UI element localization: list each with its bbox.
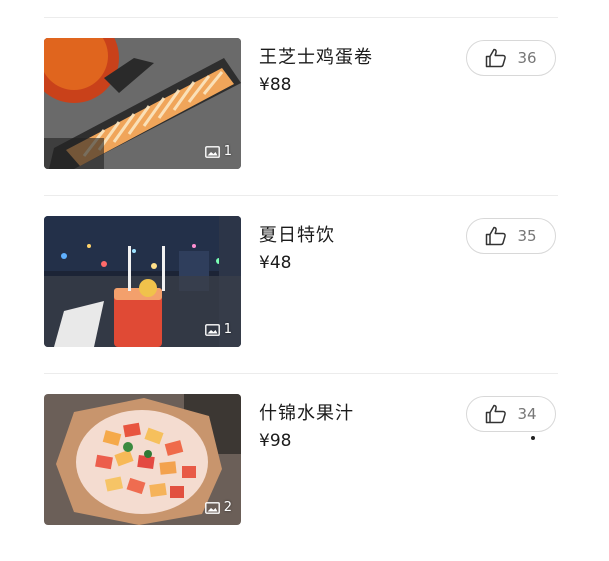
image-count: 1 — [223, 322, 232, 337]
cursor-dot — [531, 436, 535, 440]
thumbs-up-icon — [486, 226, 507, 246]
dish-price: ¥88 — [259, 75, 292, 95]
like-button[interactable]: 34 — [466, 396, 556, 432]
top-divider — [44, 17, 558, 18]
like-count: 35 — [517, 227, 537, 245]
dish-price: ¥98 — [259, 431, 292, 451]
dish-photo[interactable]: 1 — [44, 216, 241, 347]
image-count-badge: 1 — [204, 322, 232, 337]
list-item[interactable]: 1 王芝士鸡蛋卷 ¥88 36 — [0, 38, 609, 174]
dish-photo[interactable]: 2 — [44, 394, 241, 525]
dish-price: ¥48 — [259, 253, 292, 273]
thumbs-up-icon — [486, 404, 507, 424]
dish-photo[interactable]: 1 — [44, 38, 241, 169]
dish-name: 王芝士鸡蛋卷 — [259, 47, 373, 68]
image-count: 1 — [223, 144, 232, 159]
list-item[interactable]: 2 什锦水果汁 ¥98 34 — [0, 394, 609, 530]
like-button[interactable]: 36 — [466, 40, 556, 76]
item-divider — [44, 195, 558, 196]
image-icon — [204, 501, 220, 514]
image-icon — [204, 145, 220, 158]
list-item[interactable]: 1 夏日特饮 ¥48 35 — [0, 216, 609, 352]
dish-name: 夏日特饮 — [259, 225, 335, 246]
like-button[interactable]: 35 — [466, 218, 556, 254]
image-count: 2 — [223, 500, 232, 515]
like-count: 34 — [517, 405, 537, 423]
item-divider — [44, 373, 558, 374]
image-count-badge: 1 — [204, 144, 232, 159]
dish-name: 什锦水果汁 — [259, 403, 354, 424]
thumbs-up-icon — [486, 48, 507, 68]
image-count-badge: 2 — [204, 500, 232, 515]
like-count: 36 — [517, 49, 537, 67]
image-icon — [204, 323, 220, 336]
